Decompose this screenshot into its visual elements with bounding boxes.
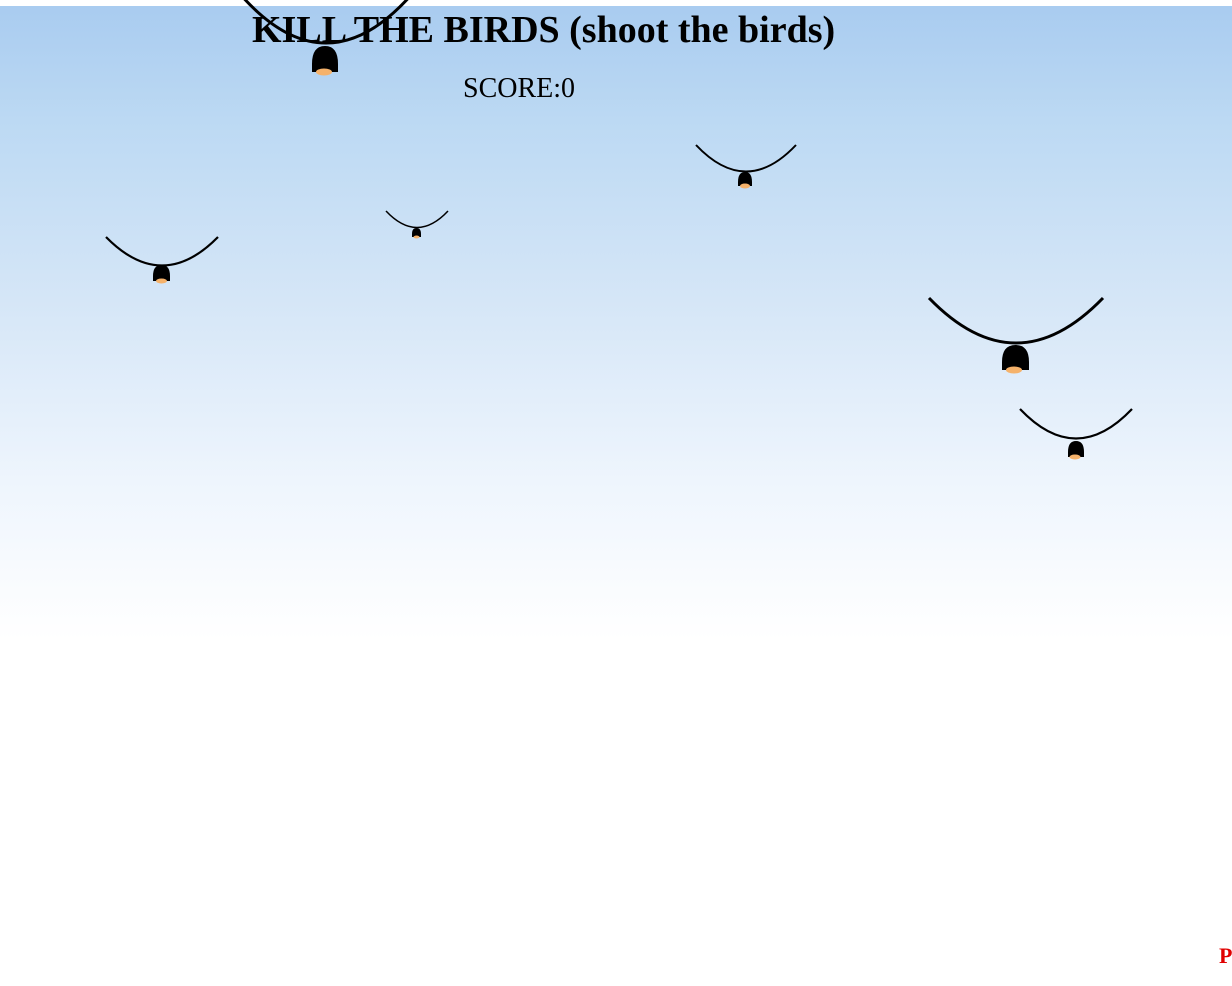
bird-icon — [385, 210, 449, 239]
bird-1[interactable] — [238, 0, 414, 78]
bird-6[interactable] — [1019, 408, 1133, 462]
bird-4[interactable] — [105, 236, 219, 286]
bird-icon — [1019, 408, 1133, 460]
bird-icon — [105, 236, 219, 284]
score-display: SCORE:0 — [463, 73, 576, 104]
bird-icon — [695, 144, 797, 189]
game-area[interactable]: KILL THE BIRDS (shoot the birds) SCORE:0 — [0, 0, 1232, 986]
top-strip — [0, 0, 1232, 6]
bird-icon — [927, 296, 1105, 374]
bird-2[interactable] — [695, 144, 797, 190]
bird-3[interactable] — [385, 210, 449, 240]
corner-label: P — [1219, 943, 1232, 968]
bird-icon — [243, 0, 409, 76]
bird-5[interactable] — [927, 296, 1105, 378]
